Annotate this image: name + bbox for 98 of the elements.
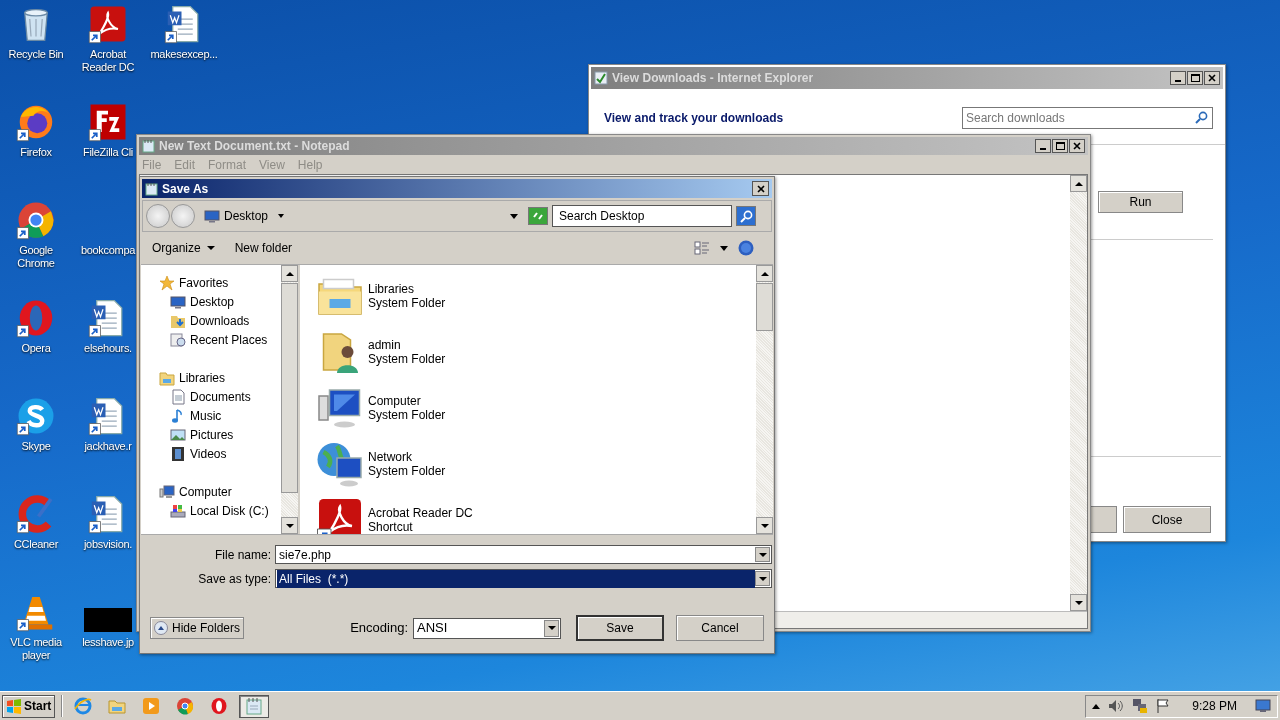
desktop-icon[interactable]: Firefox [1, 102, 71, 184]
nav-item[interactable]: Desktop [141, 292, 281, 311]
new-folder-button[interactable]: New folder [234, 239, 293, 257]
network-icon [316, 440, 364, 488]
windows-logo-icon [6, 698, 22, 714]
chevron-up-icon[interactable] [1092, 703, 1101, 709]
file-type-dropdown[interactable]: All Files (*.*) [275, 569, 772, 588]
caret-icon [510, 213, 518, 219]
window-title: New Text Document.txt - Notepad [159, 138, 351, 155]
hide-folders-button[interactable]: Hide Folders [150, 617, 245, 639]
star-icon [159, 274, 175, 291]
close-icon [1208, 74, 1216, 82]
minimize-button[interactable] [1035, 139, 1051, 153]
page-heading: View and track your downloads [604, 109, 784, 127]
nav-item[interactable]: Downloads [141, 311, 281, 330]
search-icon [739, 209, 753, 223]
list-entry[interactable]: Libraries System Folder [300, 268, 756, 324]
play-icon [142, 697, 161, 715]
maximize-button[interactable] [1052, 139, 1068, 153]
maximize-button[interactable] [1187, 71, 1203, 85]
close-button[interactable]: Close [1123, 506, 1211, 533]
browser-icon [74, 697, 93, 715]
show-desktop-icon[interactable] [1255, 699, 1271, 713]
desktop-icon[interactable]: Acrobat Reader DC [73, 4, 143, 86]
organize-button[interactable]: Organize [152, 239, 215, 257]
taskbar-button[interactable] [239, 694, 270, 718]
picture-icon [170, 426, 186, 443]
nav-item[interactable]: Recent Places [141, 330, 281, 349]
search-field[interactable]: Search downloads [962, 106, 1213, 129]
collapse-icon [154, 621, 168, 635]
drive-icon [170, 502, 186, 519]
cancel-button[interactable]: Cancel [676, 615, 764, 641]
nav-item[interactable]: Music [141, 406, 281, 425]
desktop-icon[interactable]: Opera [1, 298, 71, 380]
notepad-icon [145, 181, 158, 196]
encoding-label: Encoding: [350, 619, 408, 638]
field-label: File name: [213, 546, 271, 564]
nav-item[interactable]: Videos [141, 444, 281, 463]
browser-icon [210, 697, 229, 715]
search-button[interactable] [736, 206, 756, 226]
nav-item[interactable]: Pictures [141, 425, 281, 444]
caret-icon [278, 214, 285, 218]
run-button[interactable]: Run [1098, 191, 1183, 213]
field-label: Save as type: [197, 570, 271, 588]
document-icon [170, 388, 186, 405]
help-icon[interactable] [738, 240, 754, 256]
window-title: View Downloads - Internet Explorer [612, 70, 815, 87]
close-button[interactable] [1204, 71, 1220, 85]
nav-item[interactable]: Favorites [141, 273, 281, 292]
encoding-dropdown[interactable]: ANSI [413, 617, 561, 639]
desktop-icon[interactable]: Google Chrome [1, 200, 71, 282]
clock[interactable]: 9:28 PM [1192, 697, 1237, 715]
search-field[interactable]: Search Desktop [552, 205, 732, 227]
nav-item[interactable]: Libraries [141, 368, 281, 387]
close-button[interactable] [1069, 139, 1085, 153]
view-options-icon[interactable] [694, 241, 710, 255]
start-button[interactable]: Start [2, 694, 56, 718]
speaker-icon[interactable] [1108, 699, 1125, 713]
notepad-icon [142, 139, 155, 153]
image-thumbnail [84, 608, 132, 632]
refresh-button[interactable] [528, 207, 548, 225]
nav-item[interactable]: Local Disk (C:) [141, 501, 281, 520]
desktop-icon[interactable]: Recycle Bin [1, 4, 71, 86]
desktop-icon[interactable]: makesexcep... [149, 4, 219, 86]
monitor-icon [204, 208, 220, 224]
desktop-icon[interactable]: lesshave.jp [73, 592, 143, 674]
close-icon [756, 184, 765, 193]
scrollbar[interactable] [1070, 175, 1087, 611]
save-button[interactable]: Save [576, 615, 664, 641]
recent-places-icon [170, 331, 186, 348]
refresh-icon [532, 211, 544, 221]
list-entry[interactable]: Network System Folder [300, 436, 756, 492]
desktop-icon[interactable]: CCleaner [1, 494, 71, 576]
film-icon [170, 445, 186, 462]
list-entry[interactable]: admin System Folder [300, 324, 756, 380]
monitor-icon [170, 293, 186, 310]
nav-item[interactable]: Documents [141, 387, 281, 406]
folder-icon [108, 697, 127, 715]
flag-icon[interactable] [1156, 698, 1171, 714]
network-icon[interactable] [1132, 698, 1149, 714]
browser-icon [176, 697, 195, 715]
dialog-title: Save As [162, 180, 210, 198]
computer-icon [159, 483, 175, 500]
caret-icon[interactable] [720, 245, 728, 251]
desktop-icon[interactable]: Skype [1, 396, 71, 478]
close-button[interactable] [752, 181, 769, 196]
scrollbar[interactable] [281, 265, 298, 534]
minimize-button[interactable] [1170, 71, 1186, 85]
folder-icon [159, 369, 175, 386]
close-icon [1073, 142, 1081, 150]
nav-item[interactable]: Computer [141, 482, 281, 501]
file-name-field[interactable]: sie7e.php [275, 545, 772, 564]
scrollbar[interactable] [756, 265, 773, 534]
list-entry[interactable]: Computer System Folder [300, 380, 756, 436]
desktop-icon[interactable]: VLC media player [1, 592, 71, 674]
search-icon [1195, 110, 1208, 124]
notepad-icon [245, 697, 264, 715]
list-entry[interactable]: Acrobat Reader DC Shortcut [300, 492, 756, 534]
